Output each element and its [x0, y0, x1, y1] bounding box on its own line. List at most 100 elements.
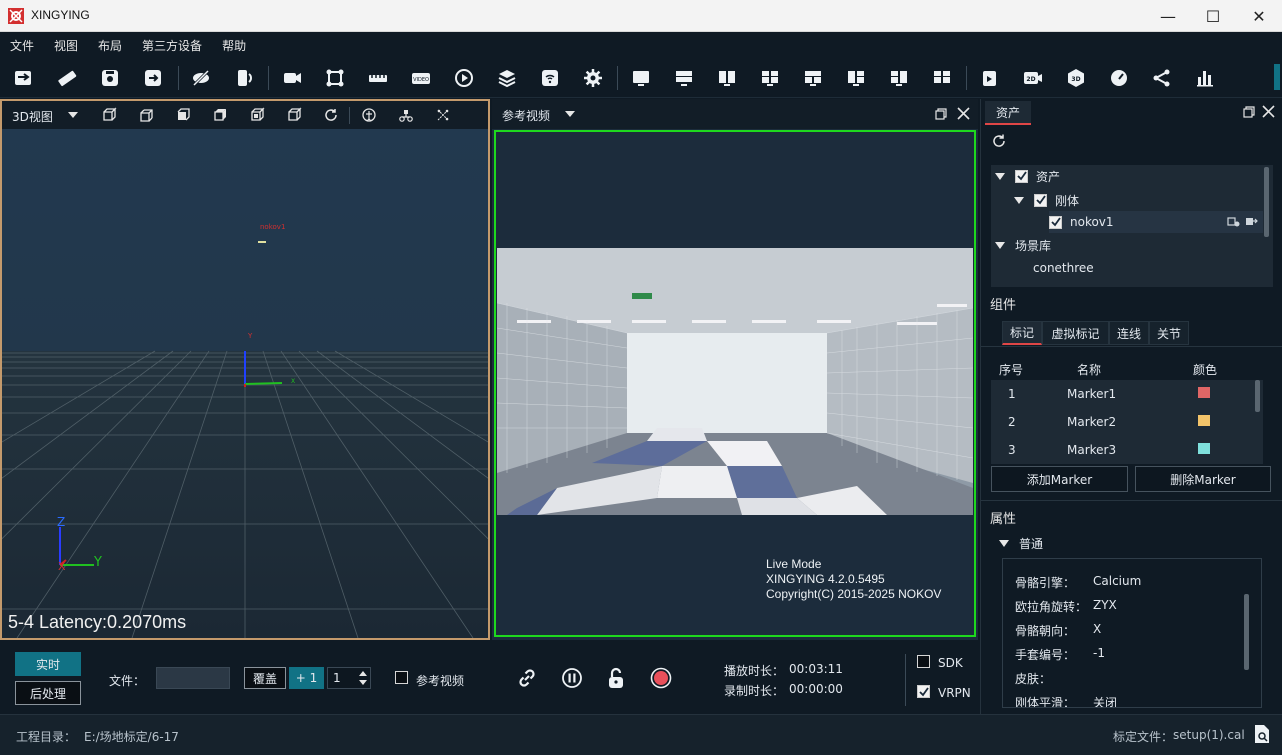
record-icon[interactable]	[650, 667, 672, 689]
hide-icon[interactable]	[187, 64, 215, 92]
open-project-icon[interactable]	[9, 64, 37, 92]
property-row[interactable]: 骨骼引擎： Calcium	[1015, 574, 1141, 591]
ref-video-checkbox[interactable]	[395, 671, 408, 684]
tree-node-scene-library[interactable]: 场景库	[995, 234, 1051, 256]
properties-group-general[interactable]: 普通	[999, 535, 1043, 552]
playback-icon[interactable]	[450, 64, 478, 92]
layout-right-split-icon[interactable]	[885, 64, 913, 92]
tab-links[interactable]: 连线	[1109, 321, 1149, 345]
table-row[interactable]: 3 Marker3	[991, 436, 1263, 464]
view-top-cube-icon[interactable]	[248, 106, 266, 124]
3d-scene-canvas[interactable]: Y X nokov1 Z X Y	[2, 129, 488, 638]
overwrite-button[interactable]: 覆盖	[244, 667, 286, 689]
calibration-file-search-icon[interactable]	[1254, 724, 1270, 744]
property-row[interactable]: 手套编号： -1	[1015, 646, 1105, 663]
close-panel-icon[interactable]	[957, 107, 970, 120]
layout-single-icon[interactable]	[627, 64, 655, 92]
tab-joints[interactable]: 关节	[1149, 321, 1189, 345]
video-icon[interactable]: VIDEO	[407, 64, 435, 92]
delete-marker-button[interactable]: 删除Marker	[1135, 466, 1271, 492]
project-dir-path[interactable]: E:/场地标定/6-17	[84, 728, 179, 745]
plus-one-button[interactable]: + 1	[289, 667, 324, 689]
table-row[interactable]: 1 Marker1	[991, 380, 1263, 408]
export-icon[interactable]	[139, 64, 167, 92]
menu-view[interactable]: 视图	[54, 37, 78, 54]
view-bottom-cube-icon[interactable]	[285, 106, 303, 124]
expand-triangle-icon[interactable]	[1014, 196, 1024, 204]
chevron-down-icon[interactable]	[68, 112, 78, 118]
layout-columns-icon[interactable]	[713, 64, 741, 92]
marker-color-swatch[interactable]	[1198, 443, 1210, 454]
view-back-cube-icon[interactable]	[137, 106, 155, 124]
quantity-stepper[interactable]: 1	[327, 667, 371, 689]
tree-scrollbar[interactable]	[1264, 167, 1269, 237]
reference-video-title[interactable]: 参考视频	[502, 107, 550, 124]
settings-gear-icon[interactable]	[579, 64, 607, 92]
stepper-down-icon[interactable]	[359, 680, 367, 685]
tab-markers[interactable]: 标记	[1002, 321, 1042, 345]
device-sync-icon[interactable]	[230, 64, 258, 92]
tree-node-nokov1[interactable]: nokov1	[1049, 211, 1263, 233]
drone-icon[interactable]	[397, 106, 415, 124]
expand-triangle-icon[interactable]	[999, 540, 1009, 547]
maximize-button[interactable]: ☐	[1190, 0, 1236, 32]
network-icon[interactable]	[536, 64, 564, 92]
checkbox-checked-icon[interactable]	[1034, 193, 1047, 207]
human-skeleton-icon[interactable]	[360, 106, 378, 124]
reset-view-icon[interactable]	[322, 106, 340, 124]
property-row[interactable]: 刚体平滑： 关闭	[1015, 694, 1117, 707]
stepper-up-icon[interactable]	[359, 671, 367, 676]
tree-node-conethree[interactable]: conethree	[1033, 257, 1094, 279]
skeleton-graph-icon[interactable]	[1148, 64, 1176, 92]
link-icon[interactable]	[515, 666, 539, 690]
file-input[interactable]	[156, 667, 230, 689]
calibrate-frame-icon[interactable]	[321, 64, 349, 92]
tree-node-rigid-bodies[interactable]: 刚体	[1014, 189, 1079, 211]
pause-icon[interactable]	[561, 667, 583, 689]
layout-quad-icon[interactable]	[928, 64, 956, 92]
chevron-down-icon[interactable]	[565, 111, 575, 117]
save-icon[interactable]	[96, 64, 124, 92]
layout-rows-icon[interactable]	[670, 64, 698, 92]
calibration-file-name[interactable]: setup(1).cal	[1173, 728, 1245, 742]
restore-panel-icon[interactable]	[1243, 106, 1255, 118]
postprocess-button[interactable]: 后处理	[15, 681, 81, 705]
layout-grid-icon[interactable]	[756, 64, 784, 92]
marker-color-swatch[interactable]	[1198, 415, 1210, 426]
markers-scatter-icon[interactable]	[434, 106, 452, 124]
sdk-checkbox[interactable]	[917, 655, 930, 668]
view-right-cube-icon[interactable]	[211, 106, 229, 124]
reference-video-frame[interactable]: Live Mode XINGYING 4.2.0.5495 Copyright(…	[494, 130, 976, 637]
rigid-export-icon[interactable]	[1245, 215, 1258, 228]
property-row[interactable]: 骨骼朝向： X	[1015, 622, 1101, 639]
layers-icon[interactable]	[493, 64, 521, 92]
2d-view-icon[interactable]: 2D	[1019, 64, 1047, 92]
layout-top-split-icon[interactable]	[799, 64, 827, 92]
checkbox-checked-icon[interactable]	[1015, 169, 1028, 183]
tree-node-assets[interactable]: 资产	[995, 165, 1060, 187]
table-row[interactable]: 2 Marker2	[991, 408, 1263, 436]
tab-virtual-markers[interactable]: 虚拟标记	[1042, 321, 1109, 345]
3d-view-icon[interactable]: 3D	[1062, 64, 1090, 92]
properties-scrollbar[interactable]	[1244, 594, 1249, 670]
property-row[interactable]: 皮肤：	[1015, 670, 1093, 687]
minimize-button[interactable]: —	[1145, 0, 1191, 32]
device-recording-icon[interactable]	[976, 64, 1004, 92]
marker-color-swatch[interactable]	[1198, 387, 1210, 398]
ruler-icon[interactable]	[53, 64, 81, 92]
marker-table-scrollbar[interactable]	[1255, 380, 1260, 412]
menu-layout[interactable]: 布局	[98, 37, 122, 54]
speed-gauge-icon[interactable]	[1105, 64, 1133, 92]
view-left-cube-icon[interactable]	[174, 106, 192, 124]
add-marker-button[interactable]: 添加Marker	[991, 466, 1128, 492]
layout-left-split-icon[interactable]	[842, 64, 870, 92]
expand-triangle-icon[interactable]	[995, 172, 1005, 180]
menu-file[interactable]: 文件	[10, 37, 34, 54]
close-panel-icon[interactable]	[1262, 105, 1275, 118]
restore-panel-icon[interactable]	[935, 108, 947, 120]
realtime-button[interactable]: 实时	[15, 652, 81, 676]
bar-chart-icon[interactable]	[1191, 64, 1219, 92]
close-window-button[interactable]: ✕	[1236, 0, 1282, 32]
rigid-settings-icon[interactable]	[1227, 215, 1240, 228]
refresh-icon[interactable]	[991, 133, 1007, 149]
